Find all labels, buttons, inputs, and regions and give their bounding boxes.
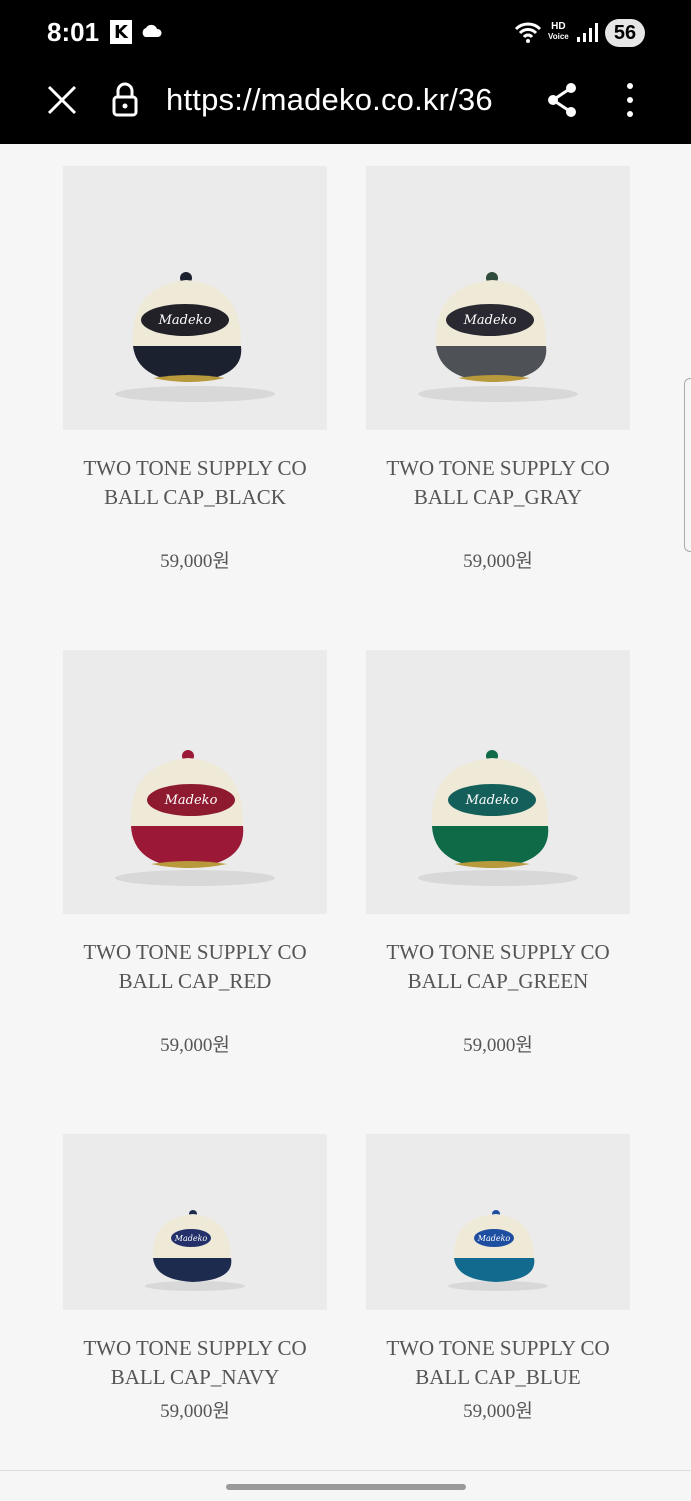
svg-text:Madeko: Madeko [465, 793, 519, 808]
cap-image: Madeko [366, 1134, 630, 1310]
product-price: 59,000원 [160, 1035, 230, 1056]
cloud-icon [142, 24, 162, 37]
url-text[interactable]: https://madeko.co.kr/36 [166, 82, 493, 118]
browser-toolbar: https://madeko.co.kr/36 [0, 62, 691, 144]
close-icon[interactable] [44, 82, 80, 118]
product-name[interactable]: TWO TONE SUPPLY CO BALL CAP_GREEN [346, 938, 650, 996]
scroll-handle[interactable] [684, 378, 691, 552]
svg-text:Madeko: Madeko [174, 1234, 208, 1243]
k-app-icon: K [110, 20, 132, 44]
battery-icon: 56 [605, 19, 645, 47]
cap-image: Madeko [366, 166, 630, 430]
svg-text:Madeko: Madeko [463, 313, 517, 328]
svg-text:Madeko: Madeko [158, 313, 212, 328]
product-grid: Madeko TWO TONE SUPPLY CO BALL CAP_BLACK… [0, 144, 691, 1470]
signal-icon [577, 23, 598, 42]
product-name[interactable]: TWO TONE SUPPLY CO BALL CAP_NAVY [43, 1334, 347, 1392]
more-options-icon[interactable] [618, 80, 642, 120]
cap-image: Madeko [63, 166, 327, 430]
product-name[interactable]: TWO TONE SUPPLY CO BALL CAP_BLUE [346, 1334, 650, 1392]
hd-voice-icon: HD Voice [548, 21, 569, 42]
product-price: 59,000원 [463, 1401, 533, 1422]
navigation-bar [0, 1470, 691, 1501]
cap-image: Madeko [63, 1134, 327, 1310]
product-image[interactable]: Madeko [366, 650, 630, 914]
lock-icon[interactable] [110, 80, 140, 120]
wifi-icon [514, 22, 542, 43]
home-indicator[interactable] [226, 1484, 466, 1490]
product-name[interactable]: TWO TONE SUPPLY CO BALL CAP_RED [43, 938, 347, 996]
share-icon[interactable] [544, 80, 580, 120]
product-image[interactable]: Madeko [366, 166, 630, 430]
svg-text:Madeko: Madeko [164, 793, 218, 808]
product-image[interactable]: Madeko [63, 1134, 327, 1310]
product-image[interactable]: Madeko [366, 1134, 630, 1310]
product-price: 59,000원 [160, 1401, 230, 1422]
product-image[interactable]: Madeko [63, 166, 327, 430]
product-price: 59,000원 [463, 551, 533, 572]
product-name[interactable]: TWO TONE SUPPLY CO BALL CAP_GRAY [346, 454, 650, 512]
product-price: 59,000원 [160, 551, 230, 572]
cap-image: Madeko [63, 650, 327, 914]
product-name[interactable]: TWO TONE SUPPLY CO BALL CAP_BLACK [43, 454, 347, 512]
cap-image: Madeko [366, 650, 630, 914]
product-price: 59,000원 [463, 1035, 533, 1056]
svg-text:Madeko: Madeko [477, 1234, 511, 1243]
status-bar: 8:01 K HD Voice 56 [0, 0, 691, 62]
status-time: 8:01 [47, 17, 100, 47]
product-image[interactable]: Madeko [63, 650, 327, 914]
